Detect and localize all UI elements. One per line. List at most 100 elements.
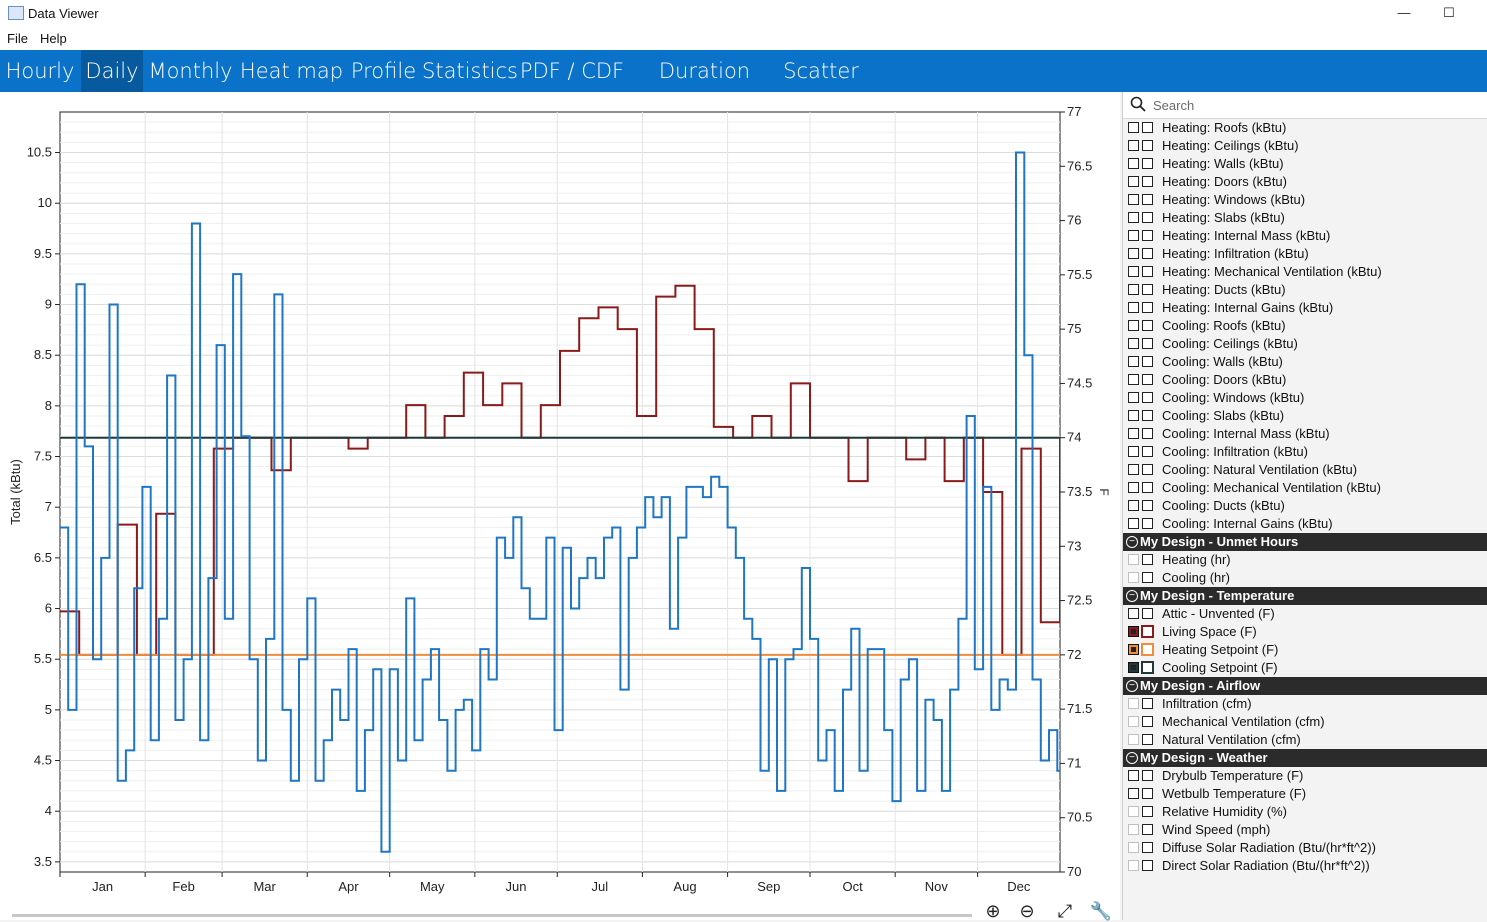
- secondary-checkbox[interactable]: [1142, 518, 1153, 529]
- plot-checkbox[interactable]: [1128, 122, 1139, 133]
- plot-checkbox[interactable]: [1128, 824, 1139, 835]
- variable-row[interactable]: Cooling: Windows (kBtu): [1123, 389, 1487, 407]
- plot-checkbox[interactable]: [1128, 860, 1139, 871]
- maximize-button[interactable]: ☐: [1426, 2, 1472, 26]
- minimize-button[interactable]: —: [1381, 2, 1427, 26]
- variable-row[interactable]: Direct Solar Radiation (Btu/(hr*ft^2)): [1123, 857, 1487, 875]
- chart-panel[interactable]: 3.5 4 4.5 5 5.5 6 6.5 7 7.5 8 8.5 9 9.5 10 10.5 70 70.5 7…: [0, 92, 1120, 920]
- variable-row[interactable]: Heating: Internal Gains (kBtu): [1123, 299, 1487, 317]
- tab-heat-map[interactable]: Heat map: [238, 50, 345, 92]
- secondary-checkbox[interactable]: [1142, 302, 1153, 313]
- variable-row[interactable]: Heating: Walls (kBtu): [1123, 155, 1487, 173]
- variable-row[interactable]: Diffuse Solar Radiation (Btu/(hr*ft^2)): [1123, 839, 1487, 857]
- plot-checkbox[interactable]: [1128, 698, 1139, 709]
- secondary-checkbox[interactable]: [1142, 662, 1153, 673]
- plot-checkbox[interactable]: [1128, 140, 1139, 151]
- variable-row[interactable]: Wetbulb Temperature (F): [1123, 785, 1487, 803]
- secondary-checkbox[interactable]: [1142, 230, 1153, 241]
- plot-checkbox[interactable]: [1128, 518, 1139, 529]
- plot-checkbox[interactable]: [1128, 716, 1139, 727]
- secondary-checkbox[interactable]: [1142, 464, 1153, 475]
- variable-row[interactable]: Cooling: Doors (kBtu): [1123, 371, 1487, 389]
- zoom-in-icon[interactable]: ⊕: [980, 902, 1006, 922]
- secondary-checkbox[interactable]: [1142, 626, 1153, 637]
- variable-row[interactable]: Cooling: Walls (kBtu): [1123, 353, 1487, 371]
- secondary-checkbox[interactable]: [1142, 194, 1153, 205]
- plot-checkbox[interactable]: [1128, 770, 1139, 781]
- secondary-checkbox[interactable]: [1142, 356, 1153, 367]
- collapse-icon[interactable]: −: [1126, 680, 1138, 692]
- plot-checkbox[interactable]: [1128, 410, 1139, 421]
- variable-row[interactable]: Heating: Slabs (kBtu): [1123, 209, 1487, 227]
- plot-checkbox[interactable]: [1128, 212, 1139, 223]
- secondary-checkbox[interactable]: [1142, 698, 1153, 709]
- variable-row[interactable]: Cooling (hr): [1123, 569, 1487, 587]
- menu-help[interactable]: Help: [40, 31, 67, 46]
- variable-row[interactable]: Relative Humidity (%): [1123, 803, 1487, 821]
- variable-row[interactable]: Heating: Ceilings (kBtu): [1123, 137, 1487, 155]
- variable-row[interactable]: Attic - Unvented (F): [1123, 605, 1487, 623]
- plot-checkbox[interactable]: [1128, 392, 1139, 403]
- variable-row[interactable]: Heating (hr): [1123, 551, 1487, 569]
- secondary-checkbox[interactable]: [1142, 320, 1153, 331]
- variable-row[interactable]: Cooling: Mechanical Ventilation (kBtu): [1123, 479, 1487, 497]
- secondary-checkbox[interactable]: [1142, 410, 1153, 421]
- plot-checkbox[interactable]: [1128, 248, 1139, 259]
- plot-checkbox[interactable]: [1128, 482, 1139, 493]
- secondary-checkbox[interactable]: [1142, 140, 1153, 151]
- group-header[interactable]: − My Design - Unmet Hours: [1123, 533, 1487, 551]
- plot-checkbox[interactable]: [1128, 842, 1139, 853]
- secondary-checkbox[interactable]: [1142, 842, 1153, 853]
- plot-checkbox[interactable]: [1128, 662, 1139, 673]
- tab-daily[interactable]: Daily: [81, 50, 143, 92]
- variable-row[interactable]: Cooling: Roofs (kBtu): [1123, 317, 1487, 335]
- collapse-icon[interactable]: −: [1126, 536, 1138, 548]
- secondary-checkbox[interactable]: [1142, 158, 1153, 169]
- secondary-checkbox[interactable]: [1142, 716, 1153, 727]
- secondary-checkbox[interactable]: [1142, 500, 1153, 511]
- secondary-checkbox[interactable]: [1142, 212, 1153, 223]
- plot-checkbox[interactable]: [1128, 428, 1139, 439]
- daily-chart[interactable]: 3.5 4 4.5 5 5.5 6 6.5 7 7.5 8 8.5 9 9.5 10 10.5 70 70.5 7…: [0, 92, 1120, 920]
- variable-row[interactable]: Heating: Windows (kBtu): [1123, 191, 1487, 209]
- variable-row[interactable]: Drybulb Temperature (F): [1123, 767, 1487, 785]
- plot-checkbox[interactable]: [1128, 626, 1139, 637]
- secondary-checkbox[interactable]: [1142, 122, 1153, 133]
- variable-row[interactable]: Cooling: Slabs (kBtu): [1123, 407, 1487, 425]
- variable-row[interactable]: Wind Speed (mph): [1123, 821, 1487, 839]
- plot-checkbox[interactable]: [1128, 644, 1139, 655]
- plot-checkbox[interactable]: [1128, 734, 1139, 745]
- tab-monthly[interactable]: Monthly: [143, 50, 238, 92]
- variable-row[interactable]: Heating: Ducts (kBtu): [1123, 281, 1487, 299]
- plot-checkbox[interactable]: [1128, 230, 1139, 241]
- settings-wrench-icon[interactable]: 🔧: [1088, 902, 1114, 922]
- variable-row[interactable]: Cooling: Internal Gains (kBtu): [1123, 515, 1487, 533]
- secondary-checkbox[interactable]: [1142, 248, 1153, 259]
- menu-file[interactable]: File: [7, 31, 28, 46]
- tab-pdf-cdf[interactable]: PDF / CDF: [515, 50, 629, 92]
- variable-row[interactable]: Heating: Roofs (kBtu): [1123, 119, 1487, 137]
- plot-checkbox[interactable]: [1128, 194, 1139, 205]
- secondary-checkbox[interactable]: [1142, 176, 1153, 187]
- group-header[interactable]: − My Design - Weather: [1123, 749, 1487, 767]
- secondary-checkbox[interactable]: [1142, 338, 1153, 349]
- secondary-checkbox[interactable]: [1142, 428, 1153, 439]
- variable-row[interactable]: Heating: Mechanical Ventilation (kBtu): [1123, 263, 1487, 281]
- variable-row[interactable]: Cooling: Natural Ventilation (kBtu): [1123, 461, 1487, 479]
- collapse-icon[interactable]: −: [1126, 590, 1138, 602]
- tab-duration-curve[interactable]: Duration curve: [629, 50, 780, 125]
- variable-row[interactable]: Cooling Setpoint (F): [1123, 659, 1487, 677]
- plot-checkbox[interactable]: [1128, 356, 1139, 367]
- plot-checkbox[interactable]: [1128, 302, 1139, 313]
- variable-row[interactable]: Cooling: Ducts (kBtu): [1123, 497, 1487, 515]
- tab-statistics[interactable]: Statistics: [422, 50, 518, 92]
- variable-row[interactable]: Heating: Infiltration (kBtu): [1123, 245, 1487, 263]
- secondary-checkbox[interactable]: [1142, 482, 1153, 493]
- plot-checkbox[interactable]: [1128, 554, 1139, 565]
- plot-checkbox[interactable]: [1128, 608, 1139, 619]
- variable-row[interactable]: Heating: Doors (kBtu): [1123, 173, 1487, 191]
- plot-checkbox[interactable]: [1128, 788, 1139, 799]
- secondary-checkbox[interactable]: [1142, 446, 1153, 457]
- variable-row[interactable]: Cooling: Infiltration (kBtu): [1123, 443, 1487, 461]
- variable-row[interactable]: Infiltration (cfm): [1123, 695, 1487, 713]
